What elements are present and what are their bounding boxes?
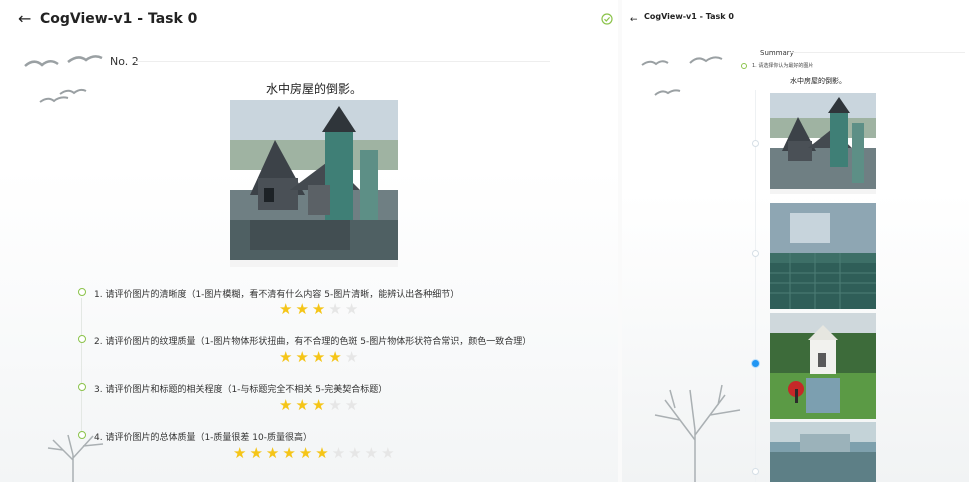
star-icon[interactable]: ★ [279, 398, 292, 413]
question-3-marker [78, 383, 86, 391]
rating-4[interactable]: ★ ★ ★ ★ ★ ★ ★ ★ ★ ★ [233, 446, 395, 461]
option-2-radio[interactable] [752, 250, 759, 257]
choice-question: 1. 请选择你认为最好的图片 [741, 62, 813, 69]
options-rail [755, 90, 756, 482]
rating-1[interactable]: ★ ★ ★ ★ ★ [279, 302, 358, 317]
option-3-radio[interactable] [752, 360, 759, 367]
star-icon[interactable]: ★ [279, 350, 292, 365]
star-icon[interactable]: ★ [345, 302, 358, 317]
item-divider [135, 61, 550, 62]
choice-question-label: 1. 请选择你认为最好的图片 [752, 63, 814, 69]
star-icon[interactable]: ★ [295, 302, 308, 317]
right-tree-decoration [654, 384, 741, 482]
star-icon[interactable]: ★ [299, 446, 312, 461]
star-icon[interactable]: ★ [332, 446, 345, 461]
question-rail [81, 298, 82, 438]
question-1-label: 1. 请评价图片的清晰度（1-图片模糊，看不清有什么内容 5-图片清晰，能辨认出… [94, 290, 460, 300]
option-4-image[interactable] [770, 422, 876, 482]
star-icon[interactable]: ★ [328, 350, 341, 365]
star-icon[interactable]: ★ [315, 446, 328, 461]
question-3-label: 3. 请评价图片和标题的相关程度（1-与标题完全不相关 5-完美契合标题） [94, 385, 388, 395]
star-icon[interactable]: ★ [345, 350, 358, 365]
star-icon[interactable]: ★ [295, 398, 308, 413]
option-3-image[interactable] [770, 313, 876, 419]
star-icon[interactable]: ★ [312, 302, 325, 317]
star-icon[interactable]: ★ [295, 350, 308, 365]
right-back-arrow-icon[interactable]: ← [630, 12, 638, 28]
option-2-image[interactable] [770, 203, 876, 309]
star-icon[interactable]: ★ [381, 446, 394, 461]
star-icon[interactable]: ★ [312, 398, 325, 413]
tree-decoration [47, 434, 104, 482]
image-caption: 水中房屋的倒影。 [265, 82, 362, 96]
rating-2[interactable]: ★ ★ ★ ★ ★ [279, 350, 358, 365]
star-icon[interactable]: ★ [233, 446, 246, 461]
right-image-caption: 水中房屋的倒影。 [790, 77, 846, 85]
option-1-image[interactable] [770, 93, 876, 194]
check-circle-icon[interactable] [601, 13, 613, 25]
right-birds-decoration [641, 56, 723, 96]
birds-decoration [24, 55, 103, 103]
star-icon[interactable]: ★ [249, 446, 262, 461]
page-title: CogView-v1 - Task 0 [40, 11, 198, 27]
star-icon[interactable]: ★ [328, 302, 341, 317]
rating-3[interactable]: ★ ★ ★ ★ ★ [279, 398, 358, 413]
back-arrow-icon[interactable]: ← [18, 11, 31, 27]
question-1-marker [78, 288, 86, 296]
star-icon[interactable]: ★ [312, 350, 325, 365]
star-icon[interactable]: ★ [365, 446, 378, 461]
choice-question-marker [741, 62, 747, 69]
right-page-title: CogView-v1 - Task 0 [644, 12, 734, 21]
option-1-radio[interactable] [752, 140, 759, 147]
question-2-marker [78, 335, 86, 343]
star-icon[interactable]: ★ [345, 398, 358, 413]
star-icon[interactable]: ★ [328, 398, 341, 413]
star-icon[interactable]: ★ [348, 446, 361, 461]
star-icon[interactable]: ★ [282, 446, 295, 461]
star-icon[interactable]: ★ [279, 302, 292, 317]
question-2-label: 2. 请评价图片的纹理质量（1-图片物体形状扭曲，有不合理的色斑 5-图片物体形… [94, 337, 532, 347]
evaluated-image [230, 100, 398, 267]
option-4-radio[interactable] [752, 468, 759, 475]
summary-label: Summary [760, 49, 794, 57]
star-icon[interactable]: ★ [266, 446, 279, 461]
summary-divider [790, 52, 965, 53]
